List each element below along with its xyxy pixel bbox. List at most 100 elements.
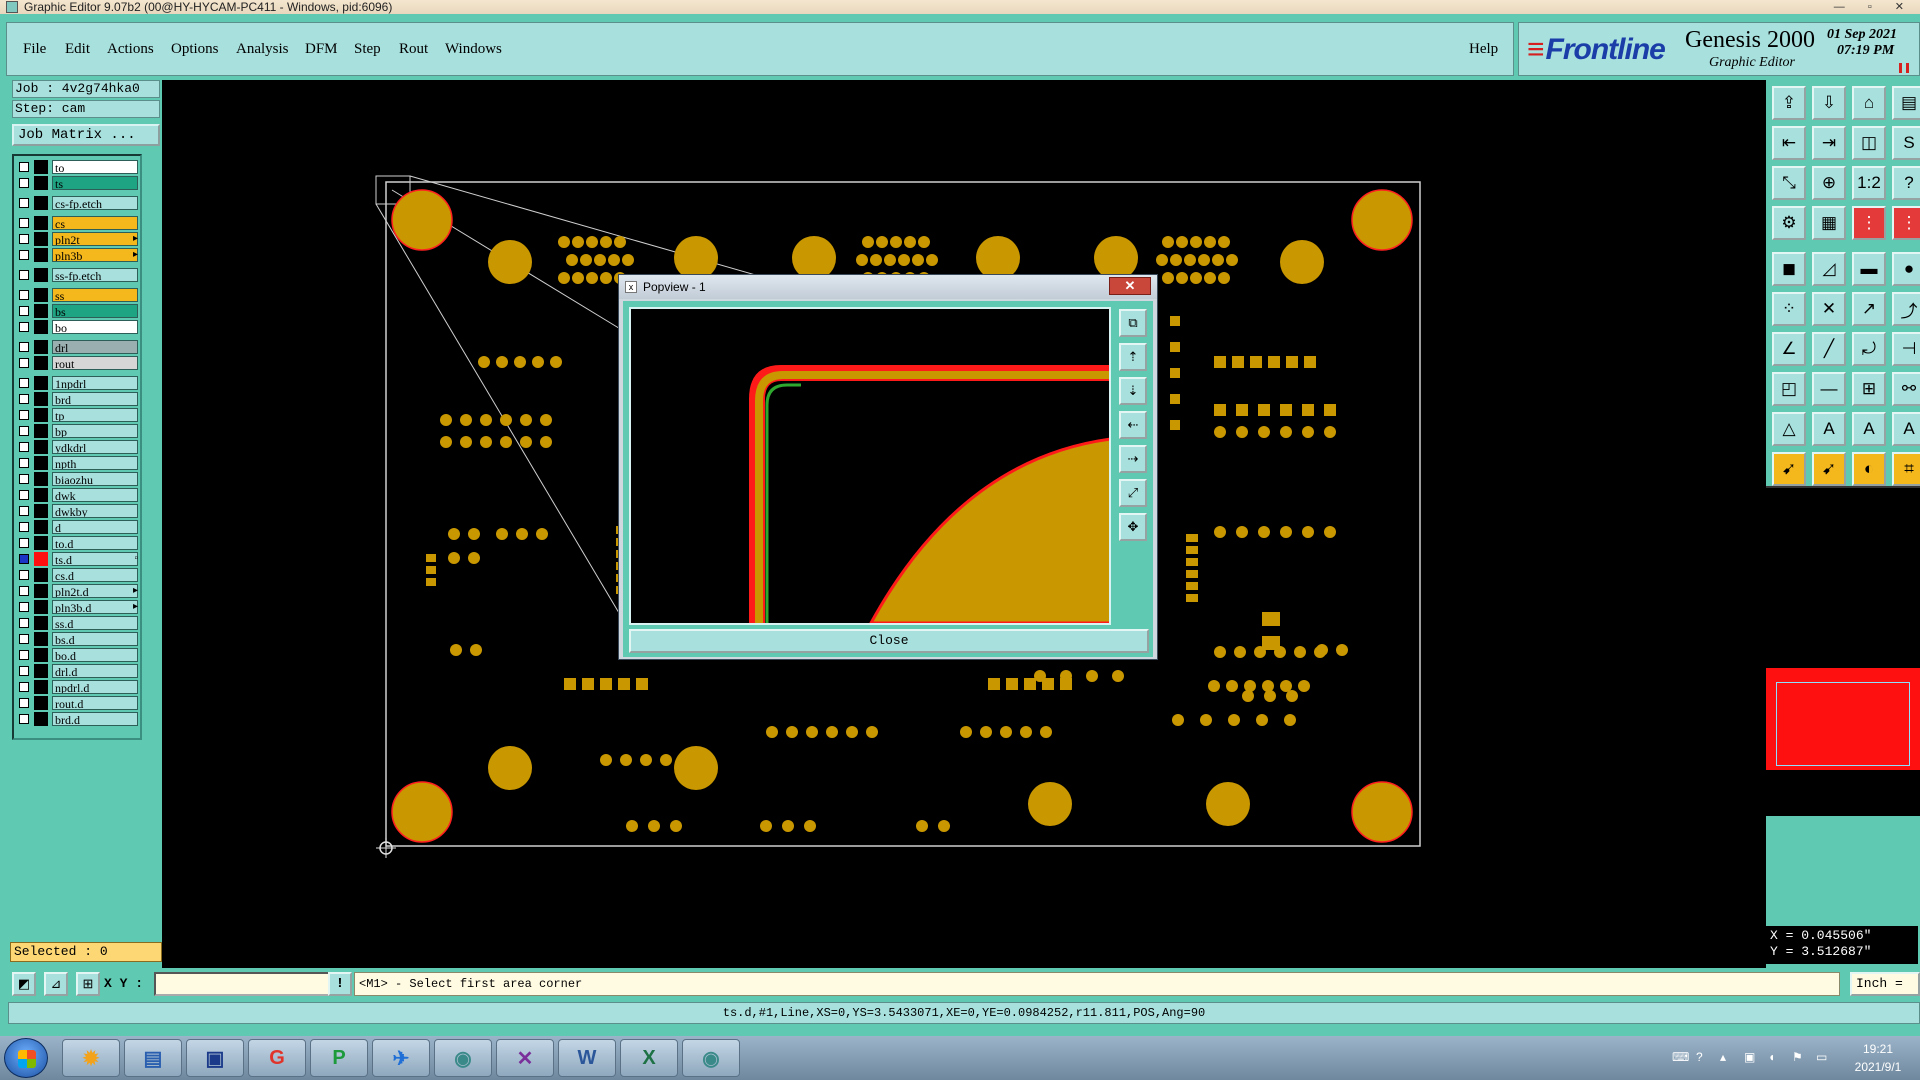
layer-name[interactable]: npdrl.d [52, 680, 138, 694]
snap-icon[interactable]: ⊣ [1892, 332, 1920, 366]
layer-name[interactable]: ss-fp.etch [52, 268, 138, 282]
pan-right-icon[interactable]: ⇥ [1812, 126, 1846, 160]
layer-checkbox[interactable] [19, 586, 29, 596]
xy-input[interactable] [154, 972, 332, 996]
layer-color-swatch[interactable] [34, 288, 48, 302]
layer-name[interactable]: bs.d [52, 632, 138, 646]
layer-name[interactable]: brd [52, 392, 138, 406]
layer-name[interactable]: bp [52, 424, 138, 438]
popview-pan-left-icon[interactable]: ⇠ [1119, 411, 1147, 439]
pad-icon[interactable]: ◼ [1772, 252, 1806, 286]
layer-row[interactable]: bo.d [16, 648, 140, 662]
layer-name[interactable]: 1npdrl [52, 376, 138, 390]
layer-name[interactable]: rout.d [52, 696, 138, 710]
popview-pan-up-icon[interactable]: ⇡ [1119, 343, 1147, 371]
units-selector[interactable]: Inch = [1850, 972, 1920, 996]
layer-color-swatch[interactable] [34, 248, 48, 262]
pan-left-icon[interactable]: ⇤ [1772, 126, 1806, 160]
layer-row[interactable]: ss.d [16, 616, 140, 630]
layer-row[interactable]: ts [16, 176, 140, 190]
layer-checkbox[interactable] [19, 270, 29, 280]
layer-row[interactable]: bp [16, 424, 140, 438]
select-net-icon[interactable]: ◐ [1852, 452, 1886, 486]
layer-up-icon[interactable]: ⇪ [1772, 86, 1806, 120]
layer-color-swatch[interactable] [34, 616, 48, 630]
menu-windows[interactable]: Windows [445, 41, 502, 58]
layer-row[interactable]: ss-fp.etch [16, 268, 140, 282]
menu-analysis[interactable]: Analysis [236, 41, 289, 58]
layer-color-swatch[interactable] [34, 304, 48, 318]
layer-name[interactable]: to.d [52, 536, 138, 550]
menu-edit[interactable]: Edit [65, 41, 90, 58]
x-app-icon[interactable]: ✕ [496, 1039, 554, 1077]
select-area-icon[interactable]: ➹ [1812, 452, 1846, 486]
layer-name[interactable]: bo.d [52, 648, 138, 662]
circle-icon[interactable]: ● [1892, 252, 1920, 286]
layer-color-swatch[interactable] [34, 176, 48, 190]
layer-checkbox[interactable] [19, 682, 29, 692]
layer-name[interactable]: drl [52, 340, 138, 354]
notepad-icon[interactable]: ▤ [124, 1039, 182, 1077]
layer-row[interactable]: brd [16, 392, 140, 406]
layer-row[interactable]: 1npdrl [16, 376, 140, 390]
layer-name[interactable]: biaozhu [52, 472, 138, 486]
layer-row[interactable]: cs [16, 216, 140, 230]
layer-checkbox[interactable] [19, 602, 29, 612]
layer-row[interactable]: cs.d [16, 568, 140, 582]
split-icon[interactable]: ◫ [1852, 126, 1886, 160]
layer-name[interactable]: pln3b.d [52, 600, 138, 614]
display-icon[interactable]: ▭ [1816, 1050, 1827, 1064]
layer-row[interactable]: npth [16, 456, 140, 470]
home-icon[interactable]: ⌂ [1852, 86, 1886, 120]
layer-name[interactable]: cs [52, 216, 138, 230]
cross-icon[interactable]: ✕ [1812, 292, 1846, 326]
layer-name[interactable]: pln2t.d [52, 584, 138, 598]
excel-icon[interactable]: X [620, 1039, 678, 1077]
layer-row[interactable]: tp [16, 408, 140, 422]
layer-checkbox[interactable] [19, 442, 29, 452]
layer-row[interactable]: drl.d [16, 664, 140, 678]
nodes-icon[interactable]: ⁘ [1772, 292, 1806, 326]
layer-row[interactable]: d [16, 520, 140, 534]
hline-icon[interactable]: — [1812, 372, 1846, 406]
layer-color-swatch[interactable] [34, 536, 48, 550]
layer-row[interactable]: ydkdrl [16, 440, 140, 454]
layer-row[interactable]: pln2t.d ▸ [16, 584, 140, 598]
red-app-icon[interactable]: G [248, 1039, 306, 1077]
layer-row[interactable]: dwkby [16, 504, 140, 518]
popview-zoom-in-icon[interactable]: ⧉ [1119, 309, 1147, 337]
layer-row[interactable]: brd.d [16, 712, 140, 726]
green-app-icon[interactable]: P [310, 1039, 368, 1077]
exclamation-button[interactable]: ! [328, 972, 352, 996]
layer-checkbox[interactable] [19, 474, 29, 484]
layer-checkbox[interactable] [19, 426, 29, 436]
layer-row[interactable]: ss [16, 288, 140, 302]
popview-pan-right-icon[interactable]: ⇢ [1119, 445, 1147, 473]
layer-row[interactable]: bs [16, 304, 140, 318]
layer-checkbox[interactable] [19, 490, 29, 500]
menu-options[interactable]: Options [171, 41, 219, 58]
layer-checkbox[interactable] [19, 290, 29, 300]
save-icon[interactable]: ▣ [186, 1039, 244, 1077]
layer-color-swatch[interactable] [34, 664, 48, 678]
layer-name[interactable]: dwk [52, 488, 138, 502]
layer-color-swatch[interactable] [34, 340, 48, 354]
window-icon[interactable]: ▤ [1892, 86, 1920, 120]
layer-color-swatch[interactable] [34, 680, 48, 694]
volume-icon[interactable]: ◖ [1768, 1050, 1775, 1064]
layer-checkbox[interactable] [19, 394, 29, 404]
popview-pan-down-icon[interactable]: ⇣ [1119, 377, 1147, 405]
layer-name[interactable]: npth [52, 456, 138, 470]
word-icon[interactable]: W [558, 1039, 616, 1077]
layer-name[interactable]: bs [52, 304, 138, 318]
ruler-icon[interactable]: ▬ [1852, 252, 1886, 286]
layer-row[interactable]: bo [16, 320, 140, 334]
layer-color-swatch[interactable] [34, 456, 48, 470]
grid-mode-icon[interactable]: ⊞ [76, 972, 100, 996]
layer-name[interactable]: pln3b [52, 248, 138, 262]
fish-icon[interactable]: ◉ [682, 1039, 740, 1077]
layer-row[interactable]: ts.d ▫ [16, 552, 140, 566]
layer-color-swatch[interactable] [34, 216, 48, 230]
box-icon[interactable]: ⊞ [1852, 372, 1886, 406]
layer-checkbox[interactable] [19, 634, 29, 644]
